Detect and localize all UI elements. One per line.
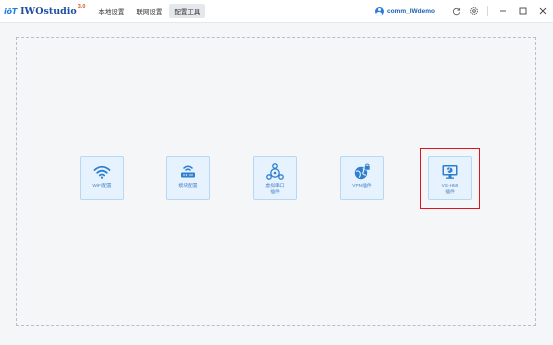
minimize-icon[interactable] (493, 0, 513, 22)
user-account[interactable]: comm_IWdemo (374, 6, 435, 16)
wifi-icon (93, 163, 111, 181)
tool-card-vpn[interactable]: VPN插件 (340, 156, 384, 200)
app-version: 3.0 (77, 4, 86, 10)
settings-icon[interactable] (467, 4, 481, 18)
menu-local-settings[interactable]: 本地设置 (93, 4, 129, 18)
router-icon (179, 163, 197, 181)
menu-network-settings[interactable]: 联网设置 (131, 4, 167, 18)
toolbar-divider (487, 6, 488, 16)
menu-config-tools[interactable]: 配置工具 (169, 4, 206, 18)
vpn-shield-icon (353, 163, 371, 181)
app-name: IWOstudio (20, 5, 77, 17)
username: comm_IWdemo (386, 7, 435, 15)
maximize-icon[interactable] (513, 0, 533, 22)
highlight-frame (420, 148, 480, 209)
right-tools: comm_IWdemo (374, 0, 553, 22)
refresh-icon[interactable] (449, 4, 463, 18)
user-avatar-icon (374, 6, 384, 16)
brand-mark: iōT (4, 6, 18, 16)
title-bar: iōT IWOstudio 3.0 本地设置 联网设置 配置工具 comm_IW… (0, 0, 553, 23)
tool-label: WiFi配置 (92, 184, 112, 189)
app-logo: iōT IWOstudio 3.0 (4, 0, 85, 22)
tool-label: VPN插件 (352, 184, 372, 189)
main-menu: 本地设置 联网设置 配置工具 (93, 4, 207, 18)
tool-card-virtual-serial[interactable]: 虚拟串口 插件 (253, 156, 297, 200)
tool-label: 模块配置 (178, 184, 198, 189)
tool-label: 虚拟串口 插件 (265, 184, 285, 195)
close-icon[interactable] (533, 0, 553, 22)
tool-card-module[interactable]: 模块配置 (166, 156, 210, 200)
network-triangle-icon (266, 163, 284, 181)
tool-card-wifi[interactable]: WiFi配置 (80, 156, 124, 200)
